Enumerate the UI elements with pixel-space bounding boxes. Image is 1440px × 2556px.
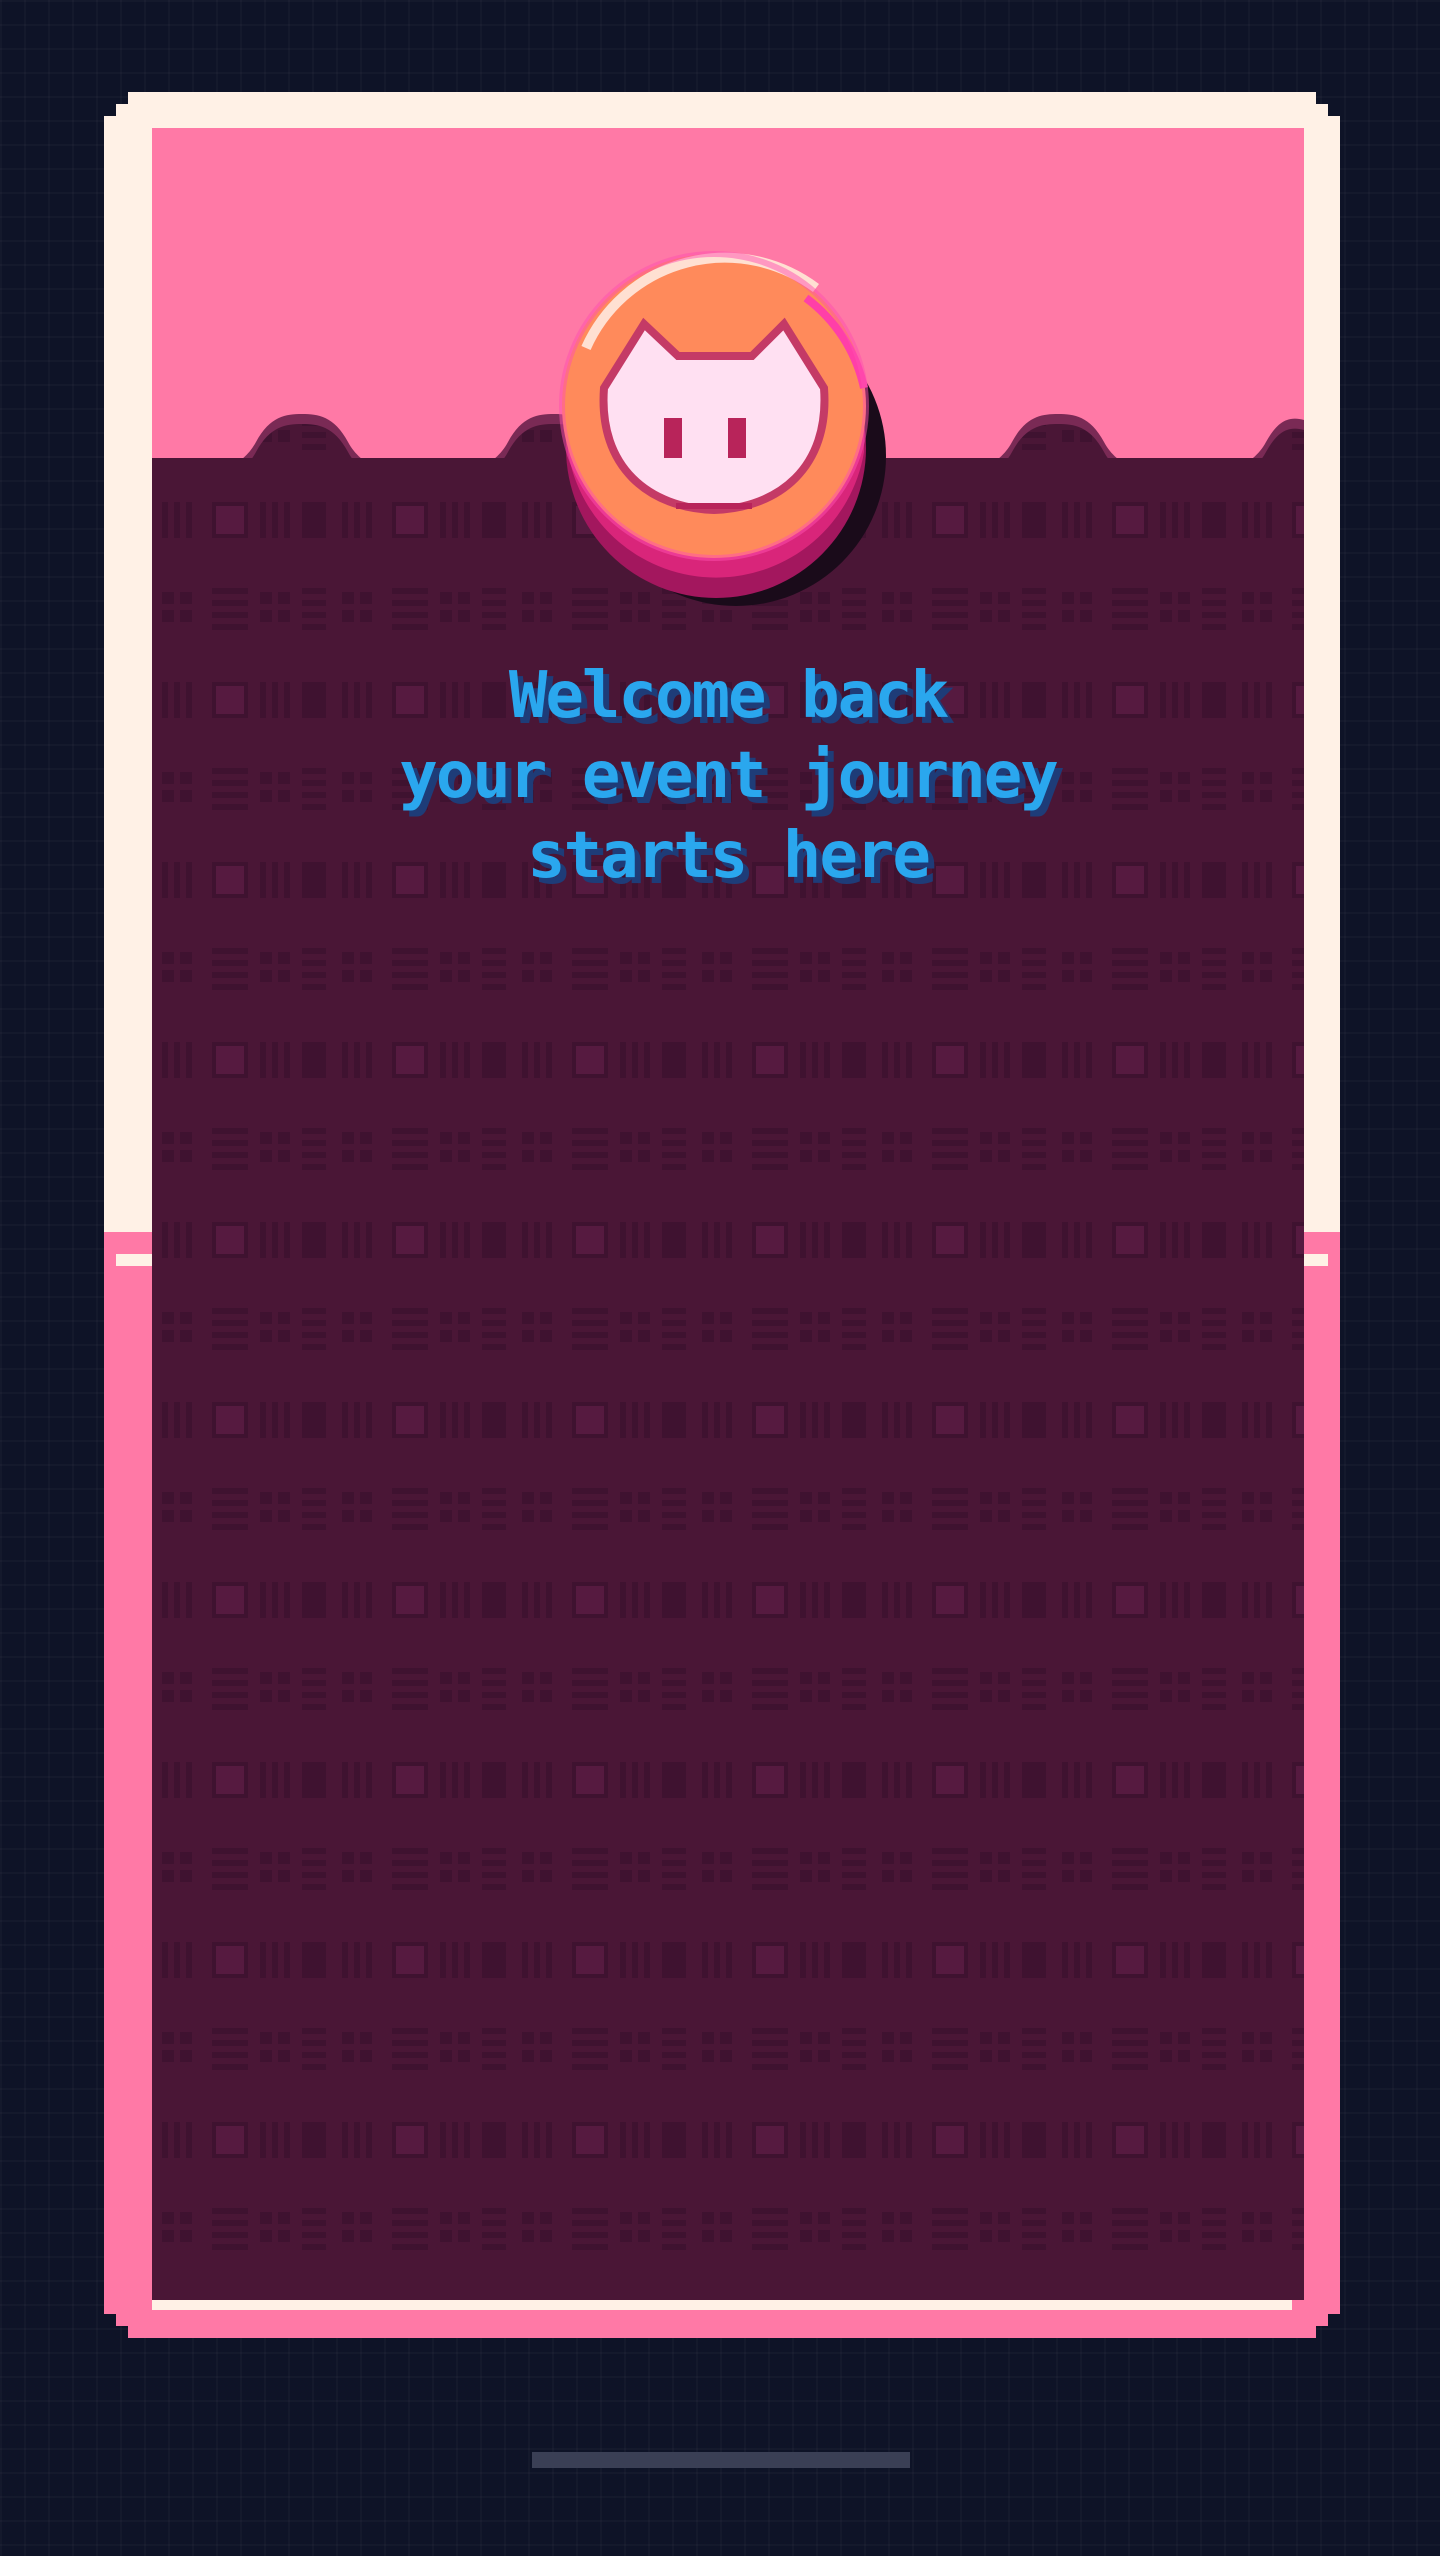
headline-line-2: your event journey (399, 739, 1059, 813)
welcome-headline: Welcome back your event journey starts h… (152, 656, 1304, 896)
card-bottom-line (152, 2300, 1292, 2310)
cat-face-coin-icon (559, 251, 886, 606)
headline-line-1: Welcome back (508, 659, 949, 733)
headline-line-3: starts here (527, 819, 931, 893)
home-indicator[interactable] (532, 2452, 910, 2468)
